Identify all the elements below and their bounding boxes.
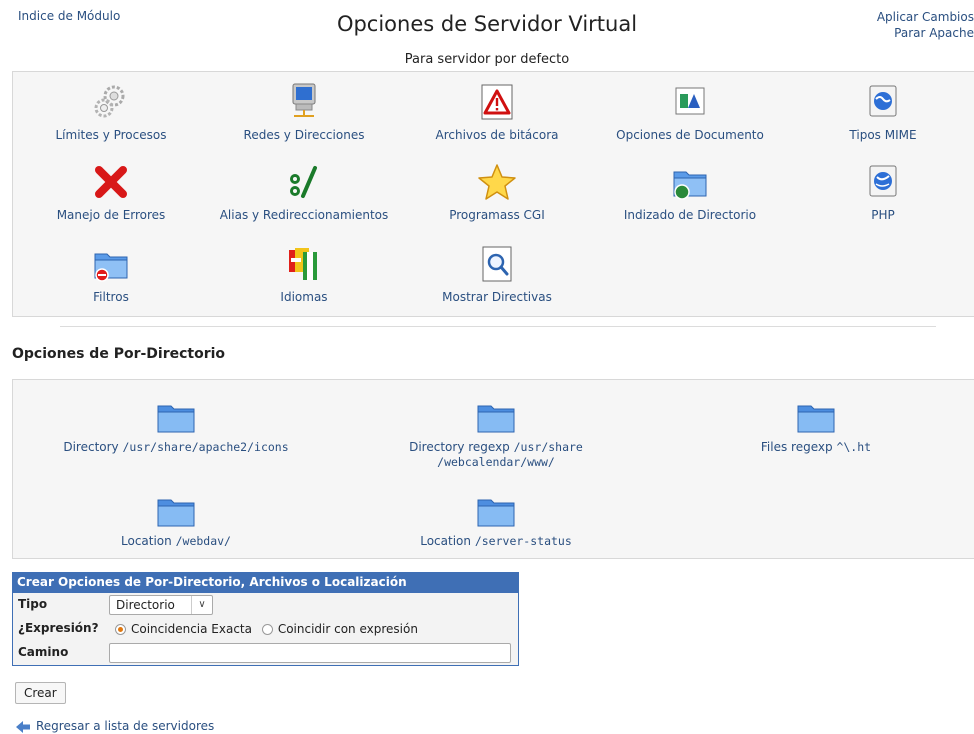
expression-radio-group: Coincidencia Exacta Coincidir con expres… [115, 622, 424, 636]
exact-match-radio[interactable] [115, 624, 126, 635]
option-label: Filtros [93, 290, 129, 304]
option-label: Indizado de Directorio [623, 208, 757, 222]
arrow-left-icon [16, 721, 30, 733]
option-show-directives[interactable]: Mostrar Directivas [402, 244, 592, 304]
tipo-selected-value: Directorio [116, 598, 175, 612]
option-label: Programass CGI [449, 208, 545, 222]
per-directory-kind: Files regexp [760, 440, 833, 454]
per-directory-kind: Location [121, 534, 172, 548]
per-directory-panel: Directory /usr/share/apache2/icons Direc… [12, 379, 974, 559]
alias-slash-icon [290, 166, 317, 198]
per-directory-path: /webdav/ [175, 534, 231, 548]
option-label: PHP [871, 208, 895, 222]
per-directory-kind: Location [420, 534, 471, 548]
folder-icon [477, 405, 515, 433]
option-php[interactable]: PHP [788, 162, 974, 222]
option-label: Idiomas [280, 290, 328, 304]
gears-icon [94, 85, 125, 118]
option-cgi-programs[interactable]: Programass CGI [402, 162, 592, 222]
red-x-icon [95, 166, 127, 198]
option-languages[interactable]: Idiomas [209, 244, 399, 304]
option-label: Archivos de bitácora [435, 128, 559, 142]
star-icon [478, 164, 516, 200]
camino-label: Camino [18, 645, 69, 659]
folder-filter-icon [94, 253, 128, 282]
per-directory-item[interactable]: Files regexp ^\.ht [656, 400, 974, 455]
regex-match-option[interactable]: Coincidir con expresión [261, 622, 418, 636]
stop-apache-link[interactable]: Parar Apache [894, 26, 974, 40]
php-globe-icon [869, 165, 897, 197]
per-directory-label: Location /server-status [336, 534, 656, 549]
per-directory-label: Files regexp ^\.ht [656, 440, 974, 455]
per-directory-item[interactable]: Directory /usr/share/apache2/icons [16, 400, 336, 455]
folder-icon [157, 499, 195, 527]
per-directory-path-continued: /webcalendar/www/ [437, 455, 555, 469]
form-header: Crear Opciones de Por-Directorio, Archiv… [13, 573, 518, 593]
tipo-row: Tipo Directorio ∨ [13, 593, 518, 617]
option-label: Manejo de Errores [56, 208, 166, 222]
option-mime-types[interactable]: Tipos MIME [788, 82, 974, 142]
exact-match-option[interactable]: Coincidencia Exacta [115, 622, 252, 636]
per-directory-item[interactable]: Location /webdav/ [16, 494, 336, 549]
option-directory-indexing[interactable]: Indizado de Directorio [595, 162, 785, 222]
per-directory-path: /usr/share [513, 440, 583, 454]
flags-icon [289, 248, 317, 280]
create-button[interactable]: Crear [15, 682, 66, 704]
expression-row: ¿Expresión? Coincidencia Exacta Coincidi… [13, 617, 518, 641]
option-label: Tipos MIME [849, 128, 917, 142]
per-directory-label: Directory /usr/share/apache2/icons [16, 440, 336, 455]
option-label: Opciones de Documento [616, 128, 764, 142]
globe-mime-icon [869, 85, 897, 117]
network-computer-icon [292, 83, 316, 117]
regex-match-radio[interactable] [261, 624, 273, 635]
folder-icon [797, 405, 835, 433]
option-networks-addresses[interactable]: Redes y Direcciones [209, 82, 399, 142]
exact-match-label: Coincidencia Exacta [131, 622, 252, 636]
per-directory-label: Directory regexp /usr/share/webcalendar/… [336, 440, 656, 470]
chevron-down-icon: ∨ [191, 596, 212, 614]
option-label: Mostrar Directivas [442, 290, 552, 304]
expression-label: ¿Expresión? [18, 621, 99, 635]
per-directory-path: /server-status [474, 534, 572, 548]
per-directory-kind: Directory regexp [409, 440, 510, 454]
camino-row: Camino [13, 641, 518, 665]
document-options-icon [675, 87, 705, 115]
per-directory-path: ^\.ht [836, 440, 872, 454]
tipo-label: Tipo [18, 597, 48, 611]
option-log-files[interactable]: Archivos de bitácora [402, 82, 592, 142]
regex-match-label: Coincidir con expresión [277, 622, 418, 636]
option-label: Límites y Procesos [55, 128, 167, 142]
option-document-options[interactable]: Opciones de Documento [595, 82, 785, 142]
option-limits-processes[interactable]: Límites y Procesos [16, 82, 206, 142]
per-directory-path: /usr/share/apache2/icons [122, 440, 289, 454]
per-directory-item[interactable]: Directory regexp /usr/share/webcalendar/… [336, 400, 656, 470]
page-title: Opciones de Servidor Virtual [336, 12, 638, 36]
folder-globe-icon [673, 171, 707, 200]
create-per-directory-form: Crear Opciones de Por-Directorio, Archiv… [12, 572, 519, 666]
option-alias-redirects[interactable]: Alias y Redireccionamientos [209, 162, 399, 222]
tipo-select[interactable]: Directorio ∨ [109, 595, 213, 615]
option-label: Redes y Direcciones [243, 128, 365, 142]
apply-changes-link[interactable]: Aplicar Cambios [877, 10, 974, 24]
option-error-handling[interactable]: Manejo de Errores [16, 162, 206, 222]
folder-icon [477, 499, 515, 527]
per-directory-item[interactable]: Location /server-status [336, 494, 656, 549]
server-options-panel: Límites y Procesos Redes y Direcciones A… [12, 71, 974, 317]
top-right-links: Aplicar Cambios Parar Apache [877, 9, 974, 41]
per-directory-title: Opciones de Por-Directorio [12, 346, 226, 362]
warning-log-icon [481, 84, 513, 120]
section-divider [60, 326, 936, 327]
per-directory-kind: Directory [63, 440, 119, 454]
camino-input[interactable] [109, 643, 511, 663]
page-subtitle: Para servidor por defecto [404, 52, 570, 67]
back-to-server-list-link[interactable]: Regresar a lista de servidores [16, 719, 214, 733]
magnifier-icon [482, 246, 512, 282]
option-label: Alias y Redireccionamientos [219, 208, 389, 222]
back-link-label: Regresar a lista de servidores [36, 719, 215, 733]
option-filters[interactable]: Filtros [16, 244, 206, 304]
folder-icon [157, 405, 195, 433]
per-directory-label: Location /webdav/ [16, 534, 336, 549]
